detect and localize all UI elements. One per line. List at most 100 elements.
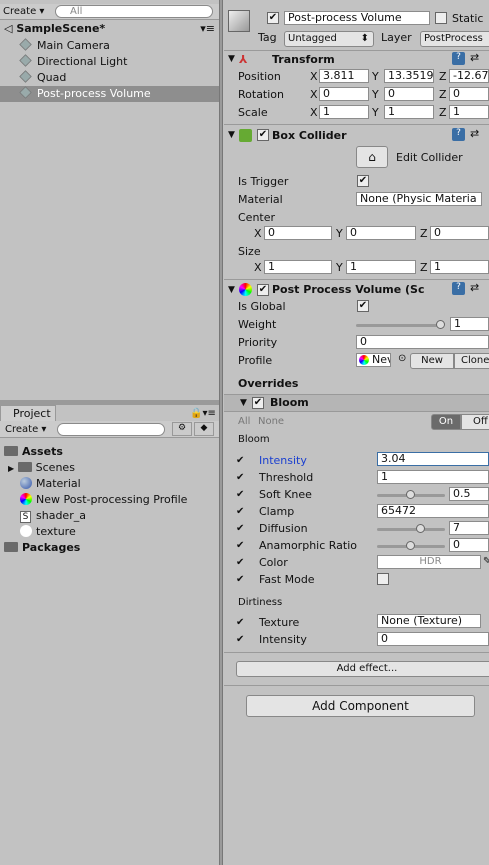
settings-icon[interactable]: ⇄ — [470, 127, 479, 140]
foldout-arrow-icon[interactable]: ▼ — [228, 54, 235, 64]
filter-label-icon[interactable]: ◆ — [194, 422, 214, 436]
size-x-field[interactable]: 1 — [264, 260, 332, 274]
override-check-icon[interactable]: ✔ — [236, 574, 244, 585]
size-y-field[interactable]: 1 — [346, 260, 416, 274]
add-component-button[interactable]: Add Component — [246, 695, 475, 717]
scale-y-field[interactable]: 1 — [384, 105, 434, 119]
anamorphic-field[interactable]: 0 — [449, 538, 489, 552]
clamp-field[interactable]: 65472 — [377, 504, 489, 518]
diffusion-handle[interactable] — [416, 524, 425, 533]
color-field[interactable]: HDR — [377, 555, 481, 569]
project-tab[interactable]: Project — [0, 405, 56, 421]
hierarchy-item-selected[interactable]: Post-process Volume — [0, 86, 219, 102]
center-z-field[interactable]: 0 — [430, 226, 489, 240]
override-check-icon[interactable]: ✔ — [236, 455, 244, 466]
rotation-x-field[interactable]: 0 — [319, 87, 369, 101]
rotation-y-field[interactable]: 0 — [384, 87, 434, 101]
weight-slider-handle[interactable] — [436, 320, 445, 329]
threshold-field[interactable]: 1 — [377, 470, 489, 484]
position-z-field[interactable]: -12.67 — [449, 69, 489, 83]
project-search-input[interactable] — [57, 423, 165, 436]
assets-folder[interactable]: Assets — [4, 444, 63, 460]
active-checkbox[interactable]: ✔ — [267, 12, 279, 24]
intensity-field[interactable]: 3.04 — [377, 452, 489, 466]
project-item[interactable]: New Post-processing Profile — [20, 492, 187, 508]
scale-z-field[interactable]: 1 — [449, 105, 489, 119]
dirt-intensity-field[interactable]: 0 — [377, 632, 489, 646]
override-check-icon[interactable]: ✔ — [236, 523, 244, 534]
soft-knee-field[interactable]: 0.5 — [449, 487, 489, 501]
hierarchy-create-dropdown[interactable]: Create ▾ — [0, 5, 47, 19]
foldout-arrow-icon[interactable]: ▼ — [228, 285, 235, 295]
help-icon[interactable]: ? — [452, 128, 465, 141]
override-check-icon[interactable]: ✔ — [236, 472, 244, 483]
object-picker-icon[interactable]: ⊙ — [398, 353, 406, 364]
size-z-field[interactable]: 1 — [430, 260, 489, 274]
project-item[interactable]: Material — [20, 476, 81, 492]
help-icon[interactable]: ? — [452, 52, 465, 65]
help-icon[interactable]: ? — [452, 282, 465, 295]
filter-type-icon[interactable]: ⚙ — [172, 422, 192, 436]
override-check-icon[interactable]: ✔ — [236, 557, 244, 568]
position-x-field[interactable]: 3.811 — [319, 69, 369, 83]
soft-knee-handle[interactable] — [406, 490, 415, 499]
diffusion-slider[interactable] — [377, 528, 445, 531]
center-y-field[interactable]: 0 — [346, 226, 416, 240]
hierarchy-search-input[interactable]: All — [55, 5, 213, 18]
object-name-field[interactable]: Post-process Volume — [284, 11, 430, 25]
scene-row[interactable]: ◁ SampleScene* ▾≡ — [4, 21, 219, 37]
diffusion-field[interactable]: 7 — [449, 521, 489, 535]
edit-collider-button[interactable]: ⌂ — [356, 146, 388, 168]
eyedropper-icon[interactable]: ✎ — [483, 556, 489, 567]
vertical-divider[interactable] — [219, 0, 223, 865]
scene-menu-icon[interactable]: ▾≡ — [200, 21, 215, 37]
bloom-enabled-checkbox[interactable]: ✔ — [252, 397, 264, 409]
foldout-arrow-icon[interactable]: ▼ — [240, 398, 247, 408]
button-label: Clone — [461, 355, 489, 366]
hierarchy-item[interactable]: Main Camera — [19, 38, 110, 54]
box-collider-enabled-checkbox[interactable]: ✔ — [257, 129, 269, 141]
override-check-icon[interactable]: ✔ — [236, 506, 244, 517]
project-item[interactable]: ▶ Scenes — [8, 460, 75, 476]
hierarchy-item[interactable]: Directional Light — [19, 54, 127, 70]
on-toggle[interactable]: On — [431, 414, 461, 430]
profile-field[interactable]: Nev — [356, 353, 391, 367]
layer-dropdown[interactable]: PostProcess — [420, 31, 489, 47]
weight-slider[interactable] — [356, 324, 444, 327]
project-item[interactable]: Sshader_a — [20, 508, 86, 524]
project-item[interactable]: texture — [20, 524, 76, 540]
packages-folder[interactable]: Packages — [4, 540, 80, 556]
tag-dropdown[interactable]: Untagged ⬍ — [284, 31, 374, 47]
override-check-icon[interactable]: ✔ — [236, 540, 244, 551]
value: 65472 — [381, 504, 416, 517]
settings-icon[interactable]: ⇄ — [470, 51, 479, 64]
override-check-icon[interactable]: ✔ — [236, 634, 244, 645]
priority-field[interactable]: 0 — [356, 335, 489, 349]
is-global-checkbox[interactable]: ✔ — [357, 300, 369, 312]
select-none-link[interactable]: None — [258, 416, 284, 427]
new-profile-button[interactable]: New — [410, 353, 454, 369]
rotation-z-field[interactable]: 0 — [449, 87, 489, 101]
fast-mode-checkbox[interactable] — [377, 573, 389, 585]
scale-x-field[interactable]: 1 — [319, 105, 369, 119]
position-y-field[interactable]: 13.3519 — [384, 69, 434, 83]
off-toggle[interactable]: Off — [461, 414, 489, 430]
lock-menu-icon[interactable]: 🔒▾≡ — [190, 408, 216, 419]
anamorphic-handle[interactable] — [406, 541, 415, 550]
hierarchy-item[interactable]: Quad — [19, 70, 66, 86]
settings-icon[interactable]: ⇄ — [470, 281, 479, 294]
material-field[interactable]: None (Physic Materia — [356, 192, 482, 206]
ppv-enabled-checkbox[interactable]: ✔ — [257, 284, 269, 296]
override-check-icon[interactable]: ✔ — [236, 617, 244, 628]
clone-profile-button[interactable]: Clone — [454, 353, 489, 369]
add-effect-button[interactable]: Add effect... — [236, 661, 489, 677]
project-create-dropdown[interactable]: Create ▾ — [2, 423, 49, 437]
center-x-field[interactable]: 0 — [264, 226, 332, 240]
is-trigger-checkbox[interactable]: ✔ — [357, 175, 369, 187]
select-all-link[interactable]: All — [238, 416, 250, 427]
override-check-icon[interactable]: ✔ — [236, 489, 244, 500]
weight-field[interactable]: 1 — [450, 317, 489, 331]
texture-field[interactable]: None (Texture) — [377, 614, 481, 628]
foldout-arrow-icon[interactable]: ▼ — [228, 130, 235, 140]
static-checkbox[interactable] — [435, 12, 447, 24]
